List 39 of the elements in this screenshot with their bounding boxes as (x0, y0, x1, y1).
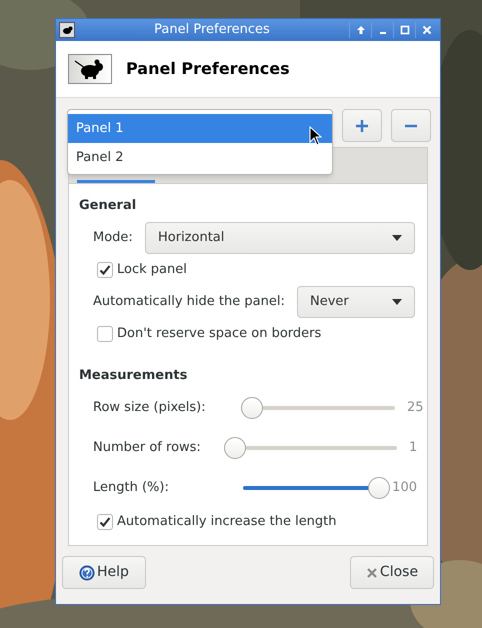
slider-thumb[interactable] (224, 437, 246, 459)
checkmark-icon (99, 264, 111, 276)
slider-value: 25 (407, 399, 424, 418)
mouse-pointer-icon (309, 126, 322, 146)
dropdown[interactable]: Horizontal (145, 222, 415, 254)
checkbox-box[interactable] (97, 514, 113, 530)
menu-item[interactable]: Panel 1 (68, 114, 332, 143)
mouse-icon (68, 54, 112, 84)
section-heading: Measurements (79, 367, 188, 384)
checkbox[interactable]: Automatically increase the length (97, 512, 417, 532)
minus-icon (405, 124, 417, 128)
plus-icon (356, 120, 368, 132)
checkbox[interactable]: Lock panel (97, 260, 417, 280)
close-icon (366, 566, 378, 578)
slider-value: 100 (392, 479, 417, 498)
slider-thumb[interactable] (240, 397, 263, 419)
window-menu-icon[interactable] (59, 22, 75, 38)
slider-value: 1 (409, 439, 418, 458)
slider-label: Length (%): (93, 479, 170, 498)
checkbox-box[interactable] (97, 326, 113, 342)
checkbox[interactable]: Don't reserve space on borders (97, 324, 417, 344)
slider-label: Number of rows: (93, 439, 202, 458)
window-title: Panel Preferences (153, 21, 271, 40)
header-title: Panel Preferences (126, 58, 290, 80)
add-button[interactable] (342, 109, 382, 142)
caret-icon (392, 299, 402, 305)
menu-item[interactable]: Panel 2 (68, 143, 332, 172)
autohide-label: Automatically hide the panel: (93, 293, 286, 312)
dropdown[interactable]: Never (297, 286, 415, 318)
help-button[interactable]: Help (62, 556, 146, 589)
caret-icon (392, 235, 402, 241)
mode-label: Mode: (93, 229, 134, 248)
slider-thumb[interactable] (368, 477, 390, 499)
checkmark-icon (99, 516, 111, 528)
section-heading: General (79, 197, 138, 214)
checkbox-box[interactable] (97, 262, 113, 278)
slider-label: Row size (pixels): (93, 399, 207, 418)
help-icon (79, 564, 96, 580)
close-button[interactable]: Close (350, 556, 434, 589)
